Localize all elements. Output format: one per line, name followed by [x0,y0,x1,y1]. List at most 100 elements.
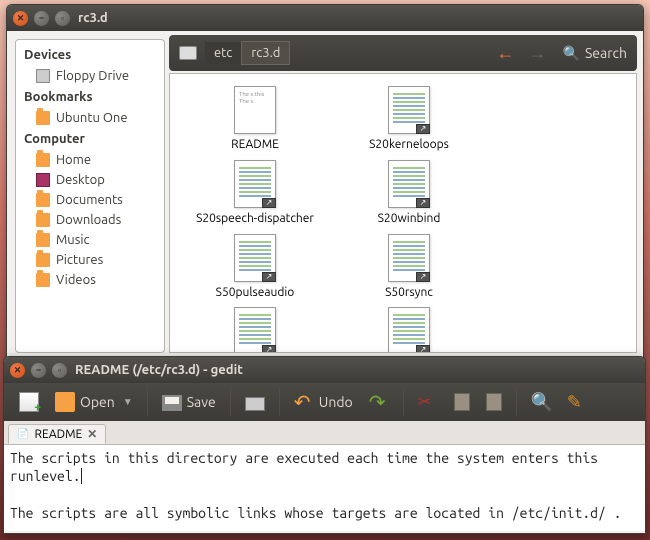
file-item[interactable]: ↗S70dns-clean [332,303,486,353]
breadcrumb: etc rc3.d [205,41,290,65]
file-item[interactable]: ↗ S50pulseaudio [178,230,332,304]
folder-icon [36,213,50,227]
file-item[interactable]: ↗ S50rsync [332,230,486,304]
sidebar-header-computer: Computer [18,128,162,150]
dropdown-caret-icon: ▼ [123,396,133,408]
folder-icon [36,273,50,287]
symlink-arrow-icon: ↗ [262,198,276,208]
symlink-arrow-icon: ↗ [416,198,430,208]
sidebar-item-music[interactable]: Music [18,230,162,250]
file-item[interactable]: ↗ S20kerneloops [332,82,486,156]
toolbar-separator [516,388,517,416]
toolbar-separator [147,388,148,416]
breadcrumb-etc[interactable]: etc [205,42,241,64]
save-icon [162,395,182,411]
open-button[interactable]: Open▼ [48,388,140,416]
gedit-editor[interactable]: The scripts in this directory are execut… [4,445,645,531]
desktop-icon [36,173,50,187]
script-link-icon: ↗ [388,86,430,134]
toolbar-separator [230,388,231,416]
folder-icon [36,111,50,125]
find-button[interactable]: 🔍 [524,388,558,416]
sidebar-header-devices: Devices [18,44,162,66]
symlink-arrow-icon: ↗ [416,124,430,134]
symlink-arrow-icon: ↗ [262,345,276,353]
fm-titlebar[interactable]: ✕ – ▫ rc3.d [7,5,643,31]
file-item[interactable]: ↗S50saned [178,303,332,353]
fm-toolbar: etc rc3.d ← → 🔍 Search [169,35,637,71]
file-name-label: S50pulseaudio [180,286,330,300]
replace-icon: ✎ [567,392,587,412]
new-document-icon [19,392,39,412]
breadcrumb-rc3d[interactable]: rc3.d [241,41,290,65]
file-grid[interactable]: The s this The sREADME↗S20kerneloops↗S20… [169,73,637,353]
folder-icon [36,193,50,207]
nav-forward-button[interactable]: → [527,43,549,64]
sidebar-item-pictures[interactable]: Pictures [18,250,162,270]
gedit-titlebar[interactable]: ✕ – ▫ README (/etc/rc3.d) - gedit [4,357,645,383]
file-item[interactable]: The s this The s README [178,82,332,156]
nav-back-button[interactable]: ← [495,43,517,64]
toolbar-separator [279,388,280,416]
gedit-tabstrip: 📄 README ✕ [4,421,645,445]
fm-window-title: rc3.d [78,11,108,25]
sidebar-item-ubuntu-one[interactable]: Ubuntu One [18,108,162,128]
toolbar-separator [403,388,404,416]
home-icon [36,153,50,167]
search-icon: 🔍 [563,45,580,62]
paste-icon [486,393,502,411]
gedit-window-title: README (/etc/rc3.d) - gedit [75,363,243,377]
floppy-drive-icon [36,69,50,83]
redo-button[interactable]: ↷ [362,388,396,416]
new-document-button[interactable] [12,388,46,416]
cut-icon: ✂ [418,392,438,412]
sidebar-item-floppy[interactable]: Floppy Drive [18,66,162,86]
paste-button[interactable] [479,389,509,415]
file-name-label: S20kerneloops [334,138,484,152]
script-link-icon: ↗ [234,307,276,353]
print-button[interactable] [238,390,272,415]
text-file-icon: The s this The s [234,86,276,134]
file-item[interactable]: ↗S20winbind [332,156,486,230]
redo-icon: ↷ [369,392,389,412]
print-icon [245,397,265,411]
folder-icon [36,233,50,247]
tab-readme[interactable]: 📄 README ✕ [8,424,106,444]
folder-icon [36,253,50,267]
gedit-toolbar: Open▼ Save ↶Undo ↷ ✂ 🔍 ✎ [4,383,645,421]
fm-minimize-button[interactable]: – [34,11,49,26]
replace-button[interactable]: ✎ [560,388,594,416]
gedit-maximize-button[interactable]: ▫ [52,363,67,378]
sidebar-item-documents[interactable]: Documents [18,190,162,210]
fm-sidebar: Devices Floppy Drive Bookmarks Ubuntu On… [15,39,165,353]
symlink-arrow-icon: ↗ [262,272,276,282]
file-name-label: S50rsync [334,286,484,300]
tab-file-icon: 📄 [17,428,29,440]
undo-button[interactable]: ↶Undo [287,388,360,416]
tab-close-icon[interactable]: ✕ [87,427,97,441]
gedit-minimize-button[interactable]: – [31,363,46,378]
script-link-icon: ↗ [388,307,430,353]
sidebar-item-desktop[interactable]: Desktop [18,170,162,190]
undo-icon: ↶ [294,392,314,412]
fm-close-button[interactable]: ✕ [13,11,28,26]
search-icon: 🔍 [531,392,551,412]
script-link-icon: ↗ [388,160,430,208]
file-item[interactable]: ↗S20speech-dispatcher [178,156,332,230]
cut-button[interactable]: ✂ [411,388,445,416]
script-link-icon: ↗ [388,234,430,282]
file-manager-window: ✕ – ▫ rc3.d Devices Floppy Drive Bookmar… [6,4,644,358]
sidebar-item-videos[interactable]: Videos [18,270,162,290]
symlink-arrow-icon: ↗ [416,345,430,353]
sidebar-item-home[interactable]: Home [18,150,162,170]
folder-open-icon [55,392,75,412]
disk-icon[interactable] [179,46,197,60]
sidebar-item-downloads[interactable]: Downloads [18,210,162,230]
save-button[interactable]: Save [155,389,223,415]
copy-button[interactable] [447,389,477,415]
script-link-icon: ↗ [234,234,276,282]
search-button[interactable]: 🔍 Search [559,45,628,62]
file-name-label: README [180,138,330,152]
gedit-close-button[interactable]: ✕ [10,363,25,378]
fm-maximize-button[interactable]: ▫ [55,11,70,26]
